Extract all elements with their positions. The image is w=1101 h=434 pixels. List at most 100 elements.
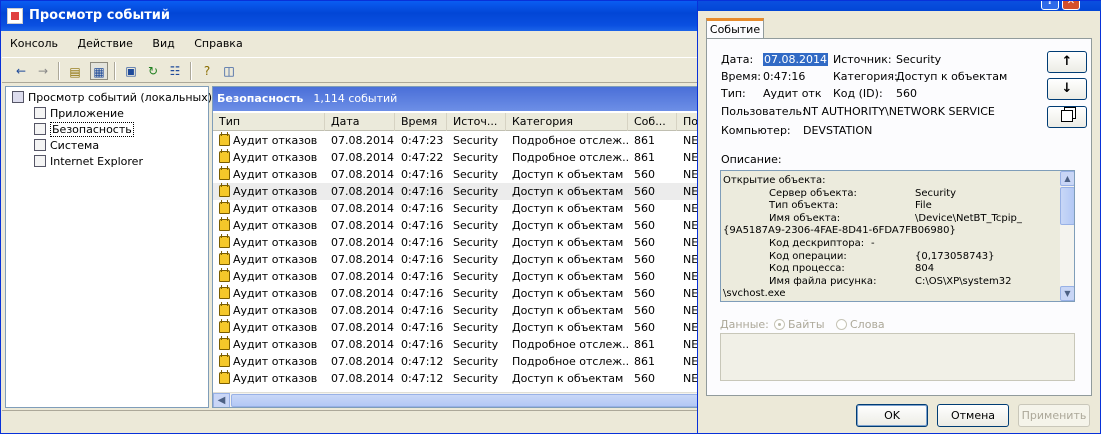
previous-event-button[interactable]: ↑	[1047, 51, 1087, 73]
table-cell: 0:47:16	[401, 236, 444, 249]
column-date[interactable]: Дата	[325, 113, 395, 131]
user-label: Пользователь:	[721, 105, 806, 118]
event-properties-dialog: ? ✕ Событие Дата: 07.08.2014 Источник: S…	[697, 0, 1101, 434]
scroll-thumb[interactable]	[1060, 187, 1074, 225]
column-source[interactable]: Источ...	[447, 113, 506, 131]
radio-bytes[interactable]: Байты	[774, 318, 825, 332]
scroll-left-icon[interactable]: ◀	[213, 393, 230, 407]
description-scrollbar[interactable]: ▲ ▼	[1060, 171, 1074, 301]
table-row[interactable]: Аудит отказов 07.08.2014 0:47:16 Security До…	[213, 234, 699, 251]
column-user[interactable]: По	[677, 113, 698, 131]
horizontal-scrollbar[interactable]: ◀	[213, 392, 698, 407]
tree-item-internet-explorer[interactable]: Internet Explorer	[34, 154, 143, 169]
computer-label: Компьютер:	[721, 124, 791, 137]
menu-view[interactable]: Вид	[144, 34, 182, 54]
table-cell: 07.08.2014	[331, 338, 394, 351]
event-rows: Аудит отказов 07.08.2014 0:47:23 Security По…	[213, 132, 699, 392]
table-row[interactable]: Аудит отказов 07.08.2014 0:47:16 Security До…	[213, 319, 698, 336]
tab-event[interactable]: Событие	[706, 18, 764, 39]
description-value: C:\OS\XP\system32	[915, 275, 1012, 287]
event-count: 1,114 событий	[313, 92, 398, 105]
menu-action[interactable]: Действие	[70, 34, 141, 54]
event-type-text: Аудит отказов	[233, 287, 318, 300]
menu-help[interactable]: Справка	[186, 34, 250, 54]
column-time[interactable]: Время	[395, 113, 447, 131]
scroll-up-icon[interactable]: ▲	[1060, 171, 1074, 186]
table-row[interactable]: Аудит отказов 07.08.2014 0:47:22 Security По…	[213, 149, 698, 166]
table-cell: Security	[453, 372, 499, 385]
scroll-down-icon[interactable]: ▼	[1060, 286, 1074, 301]
table-cell: NE	[683, 338, 699, 351]
dialog-title-bar[interactable]: ? ✕	[698, 1, 1101, 11]
table-row[interactable]: Аудит отказов 07.08.2014 0:47:16 Security До…	[213, 302, 698, 319]
table-cell: 560	[634, 321, 655, 334]
menu-console[interactable]: Консоль	[2, 34, 66, 54]
table-cell: 0:47:16	[401, 202, 444, 215]
table-row[interactable]: Аудит отказов 07.08.2014 0:47:16 Security До…	[213, 251, 698, 268]
table-cell: Подробное отслеж...	[512, 134, 628, 147]
table-cell: 07.08.2014	[331, 219, 394, 232]
table-row[interactable]: Аудит отказов 07.08.2014 0:47:12 Security По…	[213, 353, 698, 370]
lock-icon	[219, 336, 230, 350]
table-row[interactable]: Аудит отказов 07.08.2014 0:47:16 Security До…	[213, 217, 698, 234]
apply-button[interactable]: Применить	[1018, 404, 1090, 427]
event-type-text: Аудит отказов	[233, 355, 318, 368]
table-row[interactable]: Аудит отказов 07.08.2014 0:47:16 Security До…	[213, 183, 698, 200]
column-type[interactable]: Тип	[213, 113, 325, 131]
table-cell: Security	[453, 338, 499, 351]
table-cell: Аудит отказов	[213, 251, 325, 268]
properties-icon[interactable]: ▣	[122, 62, 140, 80]
table-row[interactable]: Аудит отказов 07.08.2014 0:47:16 Security До…	[213, 200, 698, 217]
table-cell: NE	[683, 236, 699, 249]
scroll-thumb[interactable]	[231, 394, 698, 407]
column-category[interactable]: Категория	[506, 113, 628, 131]
close-icon[interactable]: ✕	[1062, 1, 1080, 10]
next-event-button[interactable]: ↓	[1047, 78, 1087, 100]
export-list-icon[interactable]: ☷	[166, 62, 184, 80]
table-cell: 560	[634, 168, 655, 181]
table-cell: Аудит отказов	[213, 149, 325, 166]
radio-words[interactable]: Слова	[836, 318, 885, 332]
table-cell: Доступ к объектам	[512, 185, 624, 198]
toolbar: ← → ▤ ▦ ▣ ↻ ☷ ? ◫	[2, 57, 699, 83]
ok-button[interactable]: OK	[856, 404, 928, 427]
help-icon[interactable]: ?	[1041, 1, 1059, 10]
event-list-pane: Безопасность 1,114 событий Тип Дата Время…	[212, 86, 699, 408]
show-tree-icon[interactable]: ▦	[90, 62, 108, 80]
table-cell: 0:47:16	[401, 168, 444, 181]
description-line: {9A5187A9-2306-4FAE-8D41-6FDA7FB06980}	[723, 225, 956, 237]
log-icon	[34, 123, 46, 135]
table-cell: Аудит отказов	[213, 183, 325, 200]
copy-button[interactable]	[1047, 106, 1087, 128]
event-type-text: Аудит отказов	[233, 134, 318, 147]
table-row[interactable]: Аудит отказов 07.08.2014 0:47:16 Security По…	[213, 336, 699, 353]
table-row[interactable]: Аудит отказов 07.08.2014 0:47:12 Security До…	[213, 370, 698, 387]
tree-item-system[interactable]: Система	[34, 138, 99, 153]
data-label: Данные:	[720, 318, 769, 331]
table-cell: Аудит отказов	[213, 268, 325, 285]
title-bar[interactable]: Просмотр событий	[1, 1, 701, 31]
table-cell: Доступ к объектам	[512, 219, 624, 232]
table-row[interactable]: Аудит отказов 07.08.2014 0:47:16 Security До…	[213, 166, 698, 183]
event-viewer-window: Просмотр событий Консоль Действие Вид Сп…	[0, 0, 701, 434]
back-arrow-icon[interactable]: ←	[12, 62, 30, 80]
refresh-icon[interactable]: ↻	[144, 62, 162, 80]
help-icon[interactable]: ?	[198, 62, 216, 80]
table-row[interactable]: Аудит отказов 07.08.2014 0:47:16 Security До…	[213, 285, 698, 302]
tree-item-application[interactable]: Приложение	[34, 106, 124, 121]
forward-arrow-icon[interactable]: →	[34, 62, 52, 80]
table-cell: Security	[453, 219, 499, 232]
table-cell: 0:47:16	[401, 287, 444, 300]
cancel-button[interactable]: Отмена	[937, 404, 1009, 427]
table-row[interactable]: Аудит отказов 07.08.2014 0:47:23 Security По…	[213, 132, 698, 149]
up-folder-icon[interactable]: ▤	[66, 62, 84, 80]
date-value[interactable]: 07.08.2014	[763, 53, 828, 67]
action-pane-icon[interactable]: ◫	[220, 62, 238, 80]
tree-root[interactable]: Просмотр событий (локальных)	[12, 90, 212, 105]
tree-item-security[interactable]: Безопасность	[34, 122, 134, 137]
lock-icon	[219, 319, 230, 333]
description-line: Имя файла рисунка:	[769, 275, 877, 287]
table-row[interactable]: Аудит отказов 07.08.2014 0:47:16 Security До…	[213, 268, 698, 285]
column-event-id[interactable]: Соб...	[628, 113, 677, 131]
description-textbox[interactable]: Открытие объекта: Сервер объекта: Security…	[720, 170, 1075, 302]
